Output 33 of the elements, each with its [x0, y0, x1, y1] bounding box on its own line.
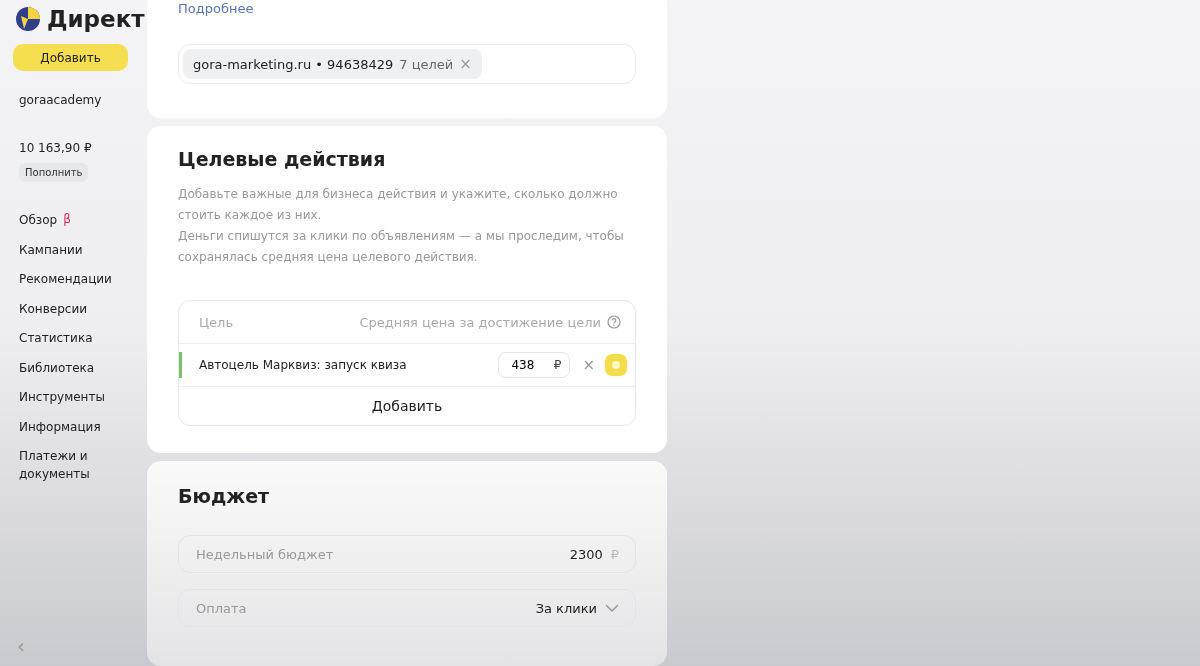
price-field[interactable]: 438 ₽ [498, 352, 571, 378]
sidebar-item[interactable]: Библиотека [19, 359, 119, 377]
goal-name: Автоцель Марквиз: запуск квиза [199, 358, 408, 372]
budget-field[interactable]: Недельный бюджет 2300 ₽ [178, 535, 636, 573]
payment-select[interactable]: Оплата За клики [178, 589, 636, 627]
section-title: Целевые действия [178, 148, 387, 170]
section-title: Бюджет [178, 485, 271, 507]
sidebar-item[interactable]: Кампании [19, 241, 119, 259]
column-header: Средняя цена за достижение цели [359, 314, 601, 330]
logo-text: Директ [47, 6, 145, 32]
counter-name: gora-marketing.ru • 94638429 [193, 56, 394, 72]
more-link[interactable]: Подробнее [178, 1, 254, 16]
sidebar-item[interactable]: Конверсии [19, 300, 119, 318]
logo-icon [15, 6, 41, 32]
chevron-down-icon [605, 603, 619, 613]
add-button[interactable]: Добавить [13, 44, 128, 71]
sidebar-item[interactable]: Рекомендации [19, 271, 119, 289]
sidebar-item[interactable]: Статистика [19, 330, 119, 348]
sidebar-item[interactable]: Обзор [19, 212, 58, 230]
goal-count: 7 целей [399, 56, 454, 72]
account-name: goraacademy [19, 93, 103, 107]
sidebar-item[interactable]: Инструменты [19, 389, 119, 407]
column-header: Цель [199, 314, 234, 330]
status-icon [605, 354, 627, 376]
balance: 10 163,90 ₽ [19, 141, 93, 155]
help-icon[interactable] [607, 315, 621, 329]
counter-field[interactable]: gora-marketing.ru • 94638429 7 целей × [178, 44, 636, 84]
sidebar-item[interactable]: Платежи и документы [19, 448, 119, 483]
section-description: Добавьте важные для бизнеса действия и укажите, сколько должно стоить каждое из них. Деньги спишутся за клики по объявлениям — а мы проследим, чтобы сохранялась средняя цена целевого действия. [178, 186, 625, 266]
add-goal-button[interactable]: Добавить [179, 387, 635, 425]
sidebar-item[interactable]: Информация [19, 418, 119, 436]
topup-button[interactable]: Пополнить [19, 163, 89, 182]
beta-label: β [63, 212, 71, 228]
